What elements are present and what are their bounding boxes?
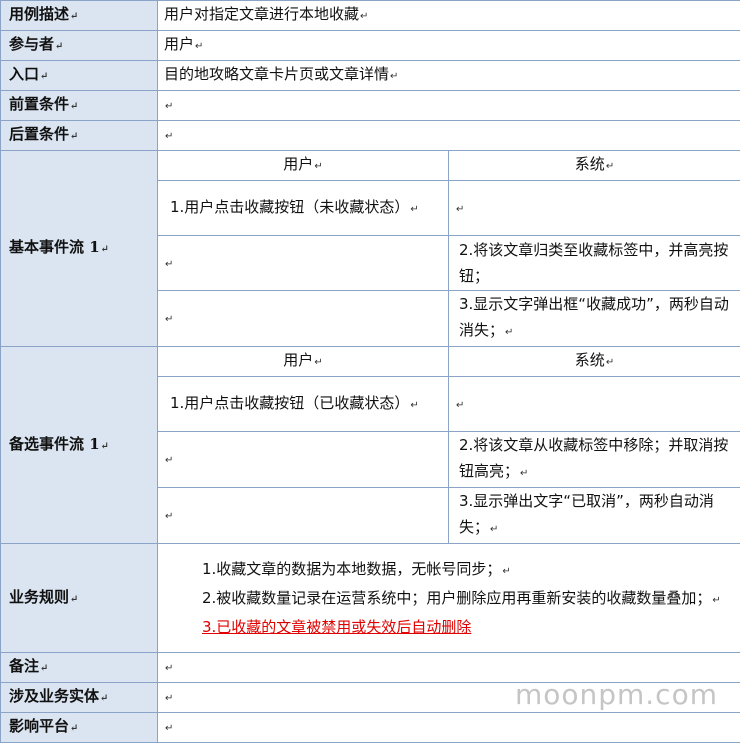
alt-user-empty-3: ↵ <box>158 488 449 544</box>
label-entity: 涉及业务实体↵ <box>1 683 158 713</box>
alt-system-empty: ↵ <box>449 377 740 432</box>
alt-system-step3: 3.显示弹出文字“已取消”，两秒自动消失；↵ <box>449 488 740 544</box>
label-business-rules: 业务规则↵ <box>1 544 158 653</box>
row-basic-header: 基本事件流 1↵ 用户↵ 系统↵ <box>1 151 740 181</box>
value-business-rules: 1.收藏文章的数据为本地数据，无帐号同步；↵ 2.被收藏数量记录在运营系统中；用… <box>158 544 740 653</box>
alt-col-user: 用户↵ <box>158 347 449 377</box>
row-postcondition: 后置条件↵ ↵ <box>1 121 740 151</box>
basic-system-empty: ↵ <box>449 181 740 236</box>
row-description: 用例描述↵ 用户对指定文章进行本地收藏↵ <box>1 1 740 31</box>
alt-system-step2: 2.将该文章从收藏标签中移除；并取消按钮高亮；↵ <box>449 432 740 488</box>
value-postcondition: ↵ <box>158 121 740 151</box>
value-platform: ↵ <box>158 713 740 743</box>
rule-2: 2.被收藏数量记录在运营系统中；用户删除应用再重新安装的收藏数量叠加；↵ <box>202 585 736 614</box>
alt-col-system: 系统↵ <box>449 347 740 377</box>
value-actor: 用户↵ <box>158 31 740 61</box>
label-basic-flow: 基本事件流 1↵ <box>1 151 158 347</box>
basic-user-empty-2: ↵ <box>158 236 449 291</box>
label-precondition: 前置条件↵ <box>1 91 158 121</box>
rule-3: 3.已收藏的文章被禁用或失效后自动删除 <box>202 614 736 640</box>
row-platform: 影响平台↵ ↵ <box>1 713 740 743</box>
label-postcondition: 后置条件↵ <box>1 121 158 151</box>
use-case-table: 用例描述↵ 用户对指定文章进行本地收藏↵ 参与者↵ 用户↵ 入口↵ 目的地攻略文… <box>0 0 740 743</box>
basic-user-empty-3: ↵ <box>158 291 449 347</box>
basic-system-step2: 2.将该文章归类至收藏标签中，并高亮按钮； <box>449 236 740 291</box>
row-alt-header: 备选事件流 1↵ 用户↵ 系统↵ <box>1 347 740 377</box>
basic-system-step3: 3.显示文字弹出框“收藏成功”，两秒自动消失；↵ <box>449 291 740 347</box>
basic-user-step1: 1.用户点击收藏按钮（未收藏状态）↵ <box>158 181 449 236</box>
value-description: 用户对指定文章进行本地收藏↵ <box>158 1 740 31</box>
label-actor: 参与者↵ <box>1 31 158 61</box>
row-actor: 参与者↵ 用户↵ <box>1 31 740 61</box>
value-entry: 目的地攻略文章卡片页或文章详情↵ <box>158 61 740 91</box>
value-precondition: ↵ <box>158 91 740 121</box>
basic-col-system: 系统↵ <box>449 151 740 181</box>
row-business-rules: 业务规则↵ 1.收藏文章的数据为本地数据，无帐号同步；↵ 2.被收藏数量记录在运… <box>1 544 740 653</box>
label-note: 备注↵ <box>1 653 158 683</box>
alt-user-step1: 1.用户点击收藏按钮（已收藏状态）↵ <box>158 377 449 432</box>
label-platform: 影响平台↵ <box>1 713 158 743</box>
alt-user-empty-2: ↵ <box>158 432 449 488</box>
basic-col-user: 用户↵ <box>158 151 449 181</box>
watermark: moonpm.com <box>515 678 718 711</box>
row-precondition: 前置条件↵ ↵ <box>1 91 740 121</box>
label-entry: 入口↵ <box>1 61 158 91</box>
label-alt-flow: 备选事件流 1↵ <box>1 347 158 544</box>
rule-1: 1.收藏文章的数据为本地数据，无帐号同步；↵ <box>202 556 736 585</box>
label-description: 用例描述↵ <box>1 1 158 31</box>
row-entry: 入口↵ 目的地攻略文章卡片页或文章详情↵ <box>1 61 740 91</box>
